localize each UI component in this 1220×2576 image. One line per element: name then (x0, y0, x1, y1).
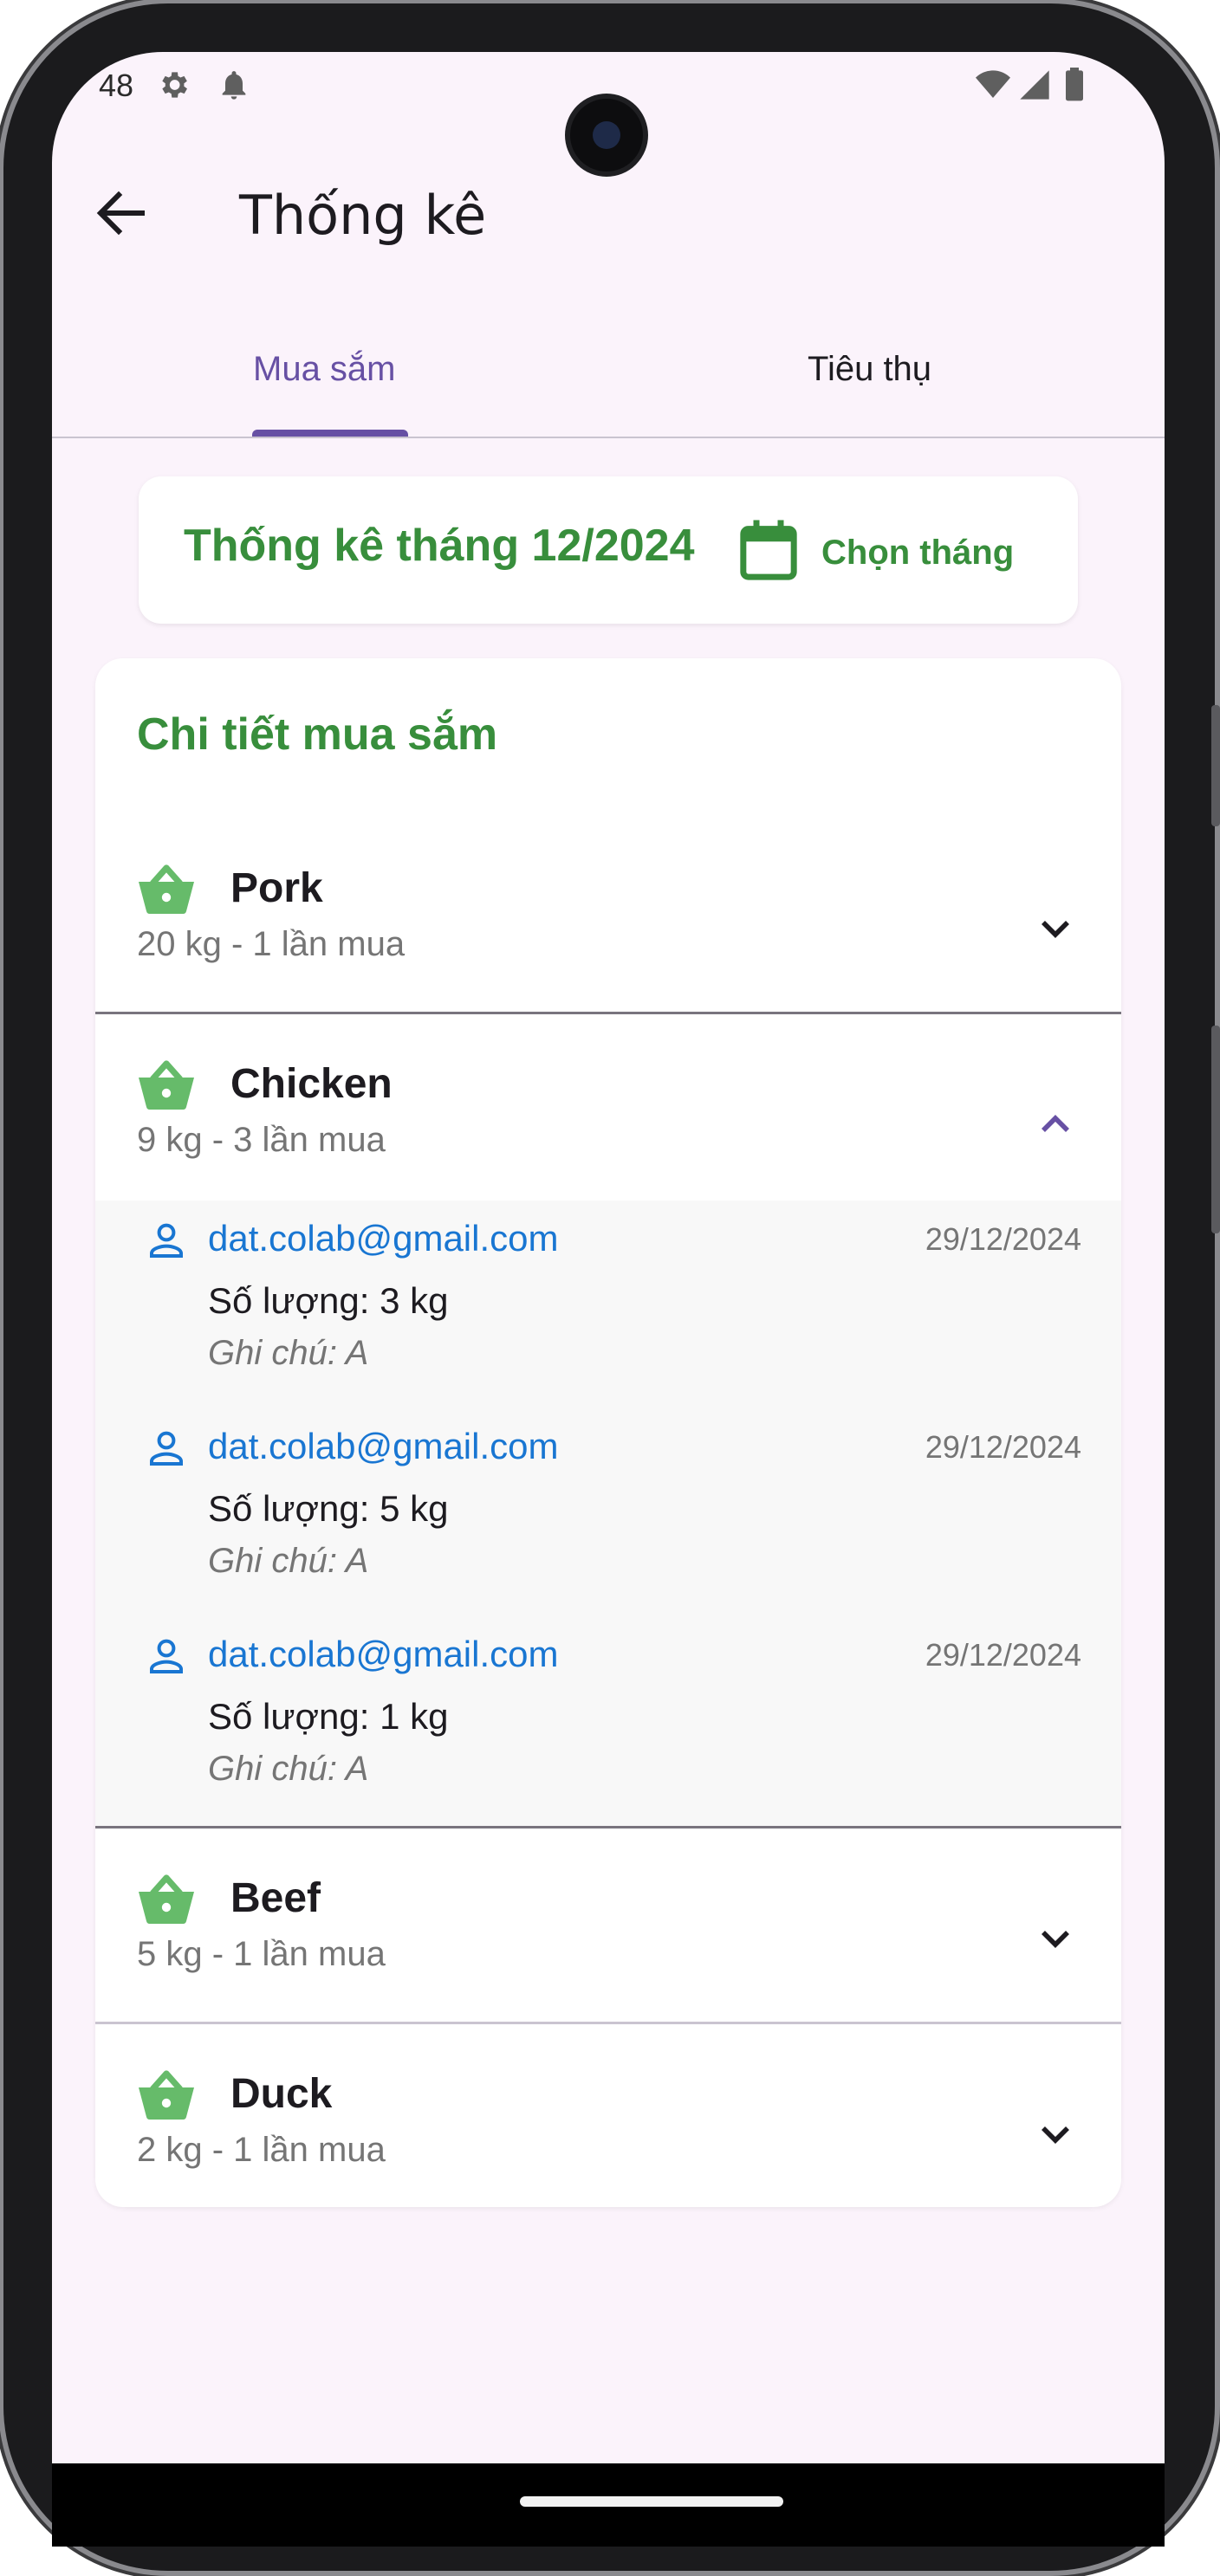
power-button (1211, 1026, 1220, 1233)
chevron-down-icon[interactable] (1031, 904, 1080, 953)
chevron-down-icon[interactable] (1031, 1914, 1080, 1963)
item-summary: 2 kg - 1 lần mua (137, 2131, 386, 2169)
chevron-down-icon[interactable] (1031, 2110, 1080, 2159)
item-name: Duck (230, 2071, 333, 2117)
tab-indicator (252, 430, 408, 437)
person-icon (150, 1223, 183, 1258)
page-title: Thống kê (239, 184, 487, 247)
gear-icon (162, 72, 187, 98)
item-beef[interactable]: Beef 5 kg - 1 lần mua (95, 1828, 1121, 2022)
purchase-entry: dat.colab@gmail.com 29/12/2024 Số lượng:… (95, 1408, 1121, 1616)
chevron-up-icon[interactable] (1031, 1100, 1080, 1149)
volume-button (1211, 705, 1220, 826)
month-title: Thống kê tháng 12/2024 (184, 521, 695, 571)
purchase-quantity: Số lượng: 3 kg (208, 1280, 449, 1321)
month-card: Thống kê tháng 12/2024 Chọn tháng (139, 476, 1078, 624)
purchase-email[interactable]: dat.colab@gmail.com (208, 1426, 558, 1467)
item-name: Beef (230, 1875, 321, 1921)
bell-icon (222, 71, 246, 100)
basket-icon (139, 864, 194, 915)
person-icon (150, 1639, 183, 1673)
item-pork[interactable]: Pork 20 kg - 1 lần mua (95, 818, 1121, 1012)
purchase-date: 29/12/2024 (925, 1429, 1081, 1465)
calendar-icon (740, 520, 797, 580)
tab-mua-sam[interactable]: Mua sắm (52, 303, 608, 437)
purchase-note: Ghi chú: A (208, 1750, 369, 1788)
pick-month-label: Chọn tháng (821, 534, 1015, 572)
navigation-bar (52, 2463, 1165, 2547)
tab-label: Tiêu thụ (808, 350, 932, 388)
item-summary: 20 kg - 1 lần mua (137, 925, 406, 963)
purchase-quantity: Số lượng: 1 kg (208, 1696, 449, 1737)
item-summary: 9 kg - 3 lần mua (137, 1121, 386, 1159)
home-indicator[interactable] (520, 2496, 783, 2507)
person-icon (150, 1431, 183, 1466)
basket-icon (139, 1060, 194, 1110)
arrow-left-icon[interactable] (90, 182, 152, 244)
item-duck[interactable]: Duck 2 kg - 1 lần mua (95, 2023, 1121, 2207)
purchase-entry: dat.colab@gmail.com 29/12/2024 Số lượng:… (95, 1201, 1121, 1408)
screen: 48 Thống kê Mua sắm Tiêu thụ Thống kê th… (52, 52, 1165, 2463)
item-name: Chicken (230, 1061, 393, 1107)
purchase-entry: dat.colab@gmail.com 29/12/2024 Số lượng:… (95, 1616, 1121, 1824)
item-chicken[interactable]: Chicken 9 kg - 3 lần mua (95, 1013, 1121, 1201)
purchase-date: 29/12/2024 (925, 1221, 1081, 1257)
app-bar: Thống kê (52, 165, 1165, 260)
tab-bar: Mua sắm Tiêu thụ (52, 303, 1165, 438)
details-title: Chi tiết mua sắm (137, 709, 498, 760)
purchase-note: Ghi chú: A (208, 1334, 369, 1372)
signal-icon (1020, 70, 1049, 100)
purchase-email[interactable]: dat.colab@gmail.com (208, 1218, 558, 1259)
tab-label: Mua sắm (253, 350, 396, 388)
basket-icon (139, 2070, 194, 2120)
purchase-note: Ghi chú: A (208, 1542, 369, 1580)
tab-tieu-thu[interactable]: Tiêu thụ (608, 303, 1165, 437)
basket-icon (139, 1874, 194, 1925)
purchase-quantity: Số lượng: 5 kg (208, 1488, 449, 1529)
item-name: Pork (230, 865, 323, 911)
pick-month-button[interactable]: Chọn tháng (738, 516, 1033, 586)
status-time: 48 (99, 68, 134, 103)
wifi-icon (976, 70, 1010, 98)
purchase-list: dat.colab@gmail.com 29/12/2024 Số lượng:… (95, 1201, 1121, 1826)
purchase-date: 29/12/2024 (925, 1637, 1081, 1673)
item-summary: 5 kg - 1 lần mua (137, 1935, 386, 1973)
purchase-email[interactable]: dat.colab@gmail.com (208, 1634, 558, 1675)
purchase-details-card: Chi tiết mua sắm Pork 20 kg - 1 lần mua (95, 658, 1121, 2207)
battery-icon (1066, 68, 1083, 101)
